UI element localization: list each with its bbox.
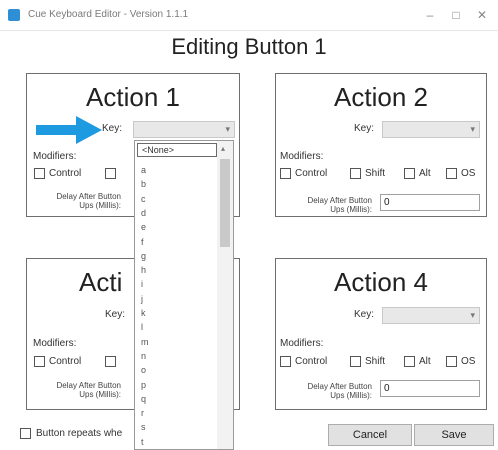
chevron-down-icon: ▾ bbox=[225, 124, 230, 134]
action-4-group: Action 4 Key: ▾ Modifiers: Control Shift… bbox=[275, 258, 487, 410]
dropdown-scroll-thumb[interactable] bbox=[220, 159, 230, 247]
dropdown-item[interactable]: a bbox=[141, 163, 146, 177]
dropdown-item[interactable]: d bbox=[141, 206, 146, 220]
action-4-shift-checkbox[interactable] bbox=[350, 356, 361, 367]
action-4-control-label: Control bbox=[295, 356, 328, 367]
action-4-alt-checkbox[interactable] bbox=[404, 356, 415, 367]
key-dropdown-list[interactable]: <None> ▴ abcdefghijklmnopqrst bbox=[134, 140, 234, 450]
action-4-delay-label: Delay After Button Ups (Millis): bbox=[307, 382, 372, 400]
action-2-control-checkbox[interactable] bbox=[280, 168, 291, 179]
dropdown-item[interactable]: h bbox=[141, 263, 146, 277]
title-bar: Cue Keyboard Editor - Version 1.1.1 – □ … bbox=[0, 0, 498, 31]
action-4-key-label: Key: bbox=[354, 309, 375, 320]
action-3-modifiers-label: Modifiers: bbox=[33, 338, 77, 349]
action-4-alt-label: Alt bbox=[419, 356, 431, 367]
action-4-os-checkbox[interactable] bbox=[446, 356, 457, 367]
action-1-control-label: Control bbox=[49, 168, 82, 179]
action-2-key-combo[interactable]: ▾ bbox=[382, 121, 480, 138]
dropdown-item[interactable]: e bbox=[141, 220, 146, 234]
dropdown-item[interactable]: p bbox=[141, 378, 146, 392]
dropdown-item[interactable]: f bbox=[141, 235, 144, 249]
dropdown-item[interactable]: r bbox=[141, 406, 144, 420]
arrow-right-shape bbox=[36, 116, 102, 144]
scroll-up-icon[interactable]: ▴ bbox=[221, 144, 225, 153]
action-2-title: Action 2 bbox=[334, 82, 428, 112]
dropdown-item[interactable]: m bbox=[141, 335, 149, 349]
dropdown-item[interactable]: o bbox=[141, 363, 146, 377]
dropdown-item[interactable]: k bbox=[141, 306, 146, 320]
dropdown-item[interactable]: n bbox=[141, 349, 146, 363]
window-title: Cue Keyboard Editor - Version 1.1.1 bbox=[28, 9, 189, 20]
repeat-checkbox[interactable] bbox=[20, 428, 31, 439]
maximize-button[interactable]: □ bbox=[444, 6, 468, 24]
action-3-key-label: Key: bbox=[105, 309, 126, 320]
action-2-os-checkbox[interactable] bbox=[446, 168, 457, 179]
action-1-key-label: Key: bbox=[102, 123, 123, 134]
action-4-delay-input[interactable]: 0 bbox=[380, 380, 480, 397]
dropdown-item[interactable]: t bbox=[141, 435, 144, 449]
action-1-title: Action 1 bbox=[86, 82, 180, 112]
action-2-alt-label: Alt bbox=[419, 168, 431, 179]
dropdown-item[interactable]: j bbox=[141, 292, 143, 306]
action-2-os-label: OS bbox=[461, 168, 476, 179]
action-2-control-label: Control bbox=[295, 168, 328, 179]
chevron-down-icon: ▾ bbox=[470, 310, 475, 320]
action-3-control-label: Control bbox=[49, 356, 82, 367]
action-2-delay-input[interactable]: 0 bbox=[380, 194, 480, 211]
arrow-right-icon bbox=[36, 116, 102, 144]
action-1-modifiers-label: Modifiers: bbox=[33, 151, 77, 162]
app-icon bbox=[8, 9, 20, 21]
dropdown-item[interactable]: c bbox=[141, 192, 146, 206]
action-4-key-combo[interactable]: ▾ bbox=[382, 307, 480, 324]
action-4-control-checkbox[interactable] bbox=[280, 356, 291, 367]
page-title: Editing Button 1 bbox=[171, 34, 327, 59]
action-2-alt-checkbox[interactable] bbox=[404, 168, 415, 179]
action-4-title: Action 4 bbox=[334, 267, 428, 297]
action-2-key-label: Key: bbox=[354, 123, 375, 134]
dropdown-item[interactable]: q bbox=[141, 392, 146, 406]
action-2-shift-label: Shift bbox=[365, 168, 386, 179]
chevron-down-icon: ▾ bbox=[470, 124, 475, 134]
action-4-os-label: OS bbox=[461, 356, 476, 367]
cancel-button[interactable]: Cancel bbox=[328, 424, 412, 446]
dropdown-item[interactable]: s bbox=[141, 420, 146, 434]
action-1-control-checkbox[interactable] bbox=[34, 168, 45, 179]
repeat-label: Button repeats whe bbox=[36, 428, 123, 439]
action-3-shift-checkbox[interactable] bbox=[105, 356, 116, 367]
action-2-group: Action 2 Key: ▾ Modifiers: Control Shift… bbox=[275, 73, 487, 217]
action-1-shift-checkbox[interactable] bbox=[105, 168, 116, 179]
action-2-shift-checkbox[interactable] bbox=[350, 168, 361, 179]
action-3-delay-label: Delay After Button Ups (Millis): bbox=[56, 381, 121, 399]
action-4-modifiers-label: Modifiers: bbox=[280, 338, 324, 349]
action-4-shift-label: Shift bbox=[365, 356, 386, 367]
dropdown-item[interactable]: l bbox=[141, 320, 143, 334]
action-1-key-combo[interactable]: ▾ bbox=[133, 121, 235, 138]
dropdown-item[interactable]: b bbox=[141, 177, 146, 191]
dropdown-item[interactable]: i bbox=[141, 277, 143, 291]
action-2-delay-label: Delay After Button Ups (Millis): bbox=[307, 196, 372, 214]
dropdown-item-none[interactable]: <None> bbox=[137, 143, 217, 157]
minimize-button[interactable]: – bbox=[418, 6, 442, 24]
action-3-control-checkbox[interactable] bbox=[34, 356, 45, 367]
save-button[interactable]: Save bbox=[414, 424, 494, 446]
action-2-modifiers-label: Modifiers: bbox=[280, 151, 324, 162]
dropdown-item[interactable]: g bbox=[141, 249, 146, 263]
action-1-delay-label: Delay After Button Ups (Millis): bbox=[56, 192, 121, 210]
close-button[interactable]: ✕ bbox=[470, 6, 494, 24]
